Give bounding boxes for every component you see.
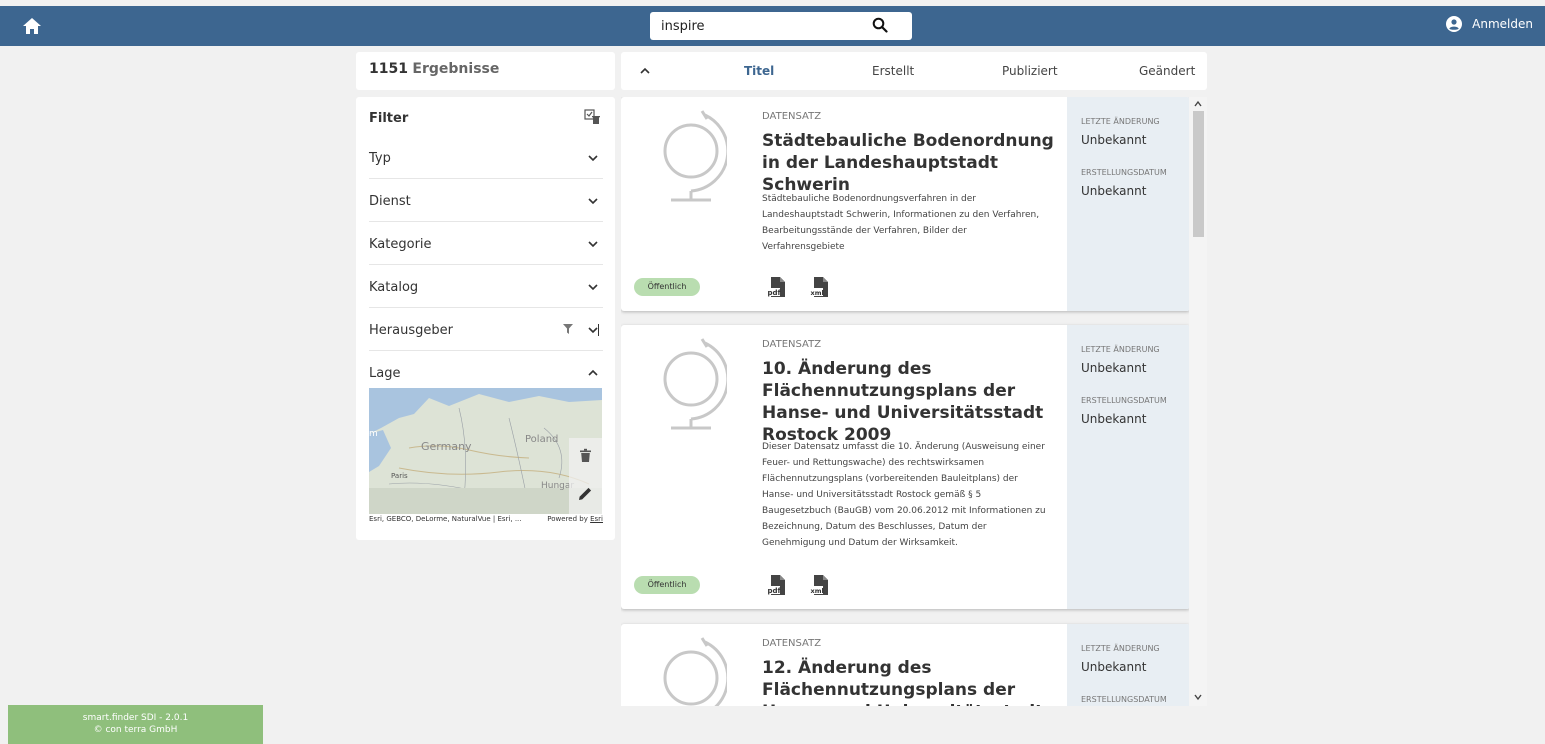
globe-icon bbox=[663, 637, 727, 706]
filter-panel: Filter Typ Dienst Kategorie Katalog Hera… bbox=[356, 97, 615, 540]
svg-text:pdf: pdf bbox=[768, 587, 782, 595]
home-icon[interactable] bbox=[22, 16, 42, 36]
filter-row-kategorie[interactable]: Kategorie bbox=[369, 222, 603, 265]
filter-row-label: Herausgeber bbox=[369, 323, 453, 338]
record-dates-panel: LETZTE ÄNDERUNG Unbekannt ERSTELLUNGSDAT… bbox=[1067, 325, 1190, 609]
map-label-paris: Paris bbox=[391, 472, 408, 480]
record-title[interactable]: Städtebauliche Bodenordnung in der Lande… bbox=[762, 130, 1062, 196]
svg-text:xml: xml bbox=[811, 587, 824, 595]
sort-bar: Titel Erstellt Publiziert Geändert bbox=[621, 52, 1207, 90]
version-text: smart.finder SDI - 2.0.1 bbox=[82, 713, 189, 723]
attribution-text: Esri, GEBCO, DeLorme, NaturalVue | Esri,… bbox=[369, 515, 522, 523]
login-label: Anmelden bbox=[1472, 17, 1533, 31]
pdf-icon[interactable]: pdf bbox=[767, 574, 787, 596]
search-input[interactable] bbox=[650, 12, 860, 40]
record-title[interactable]: 12. Änderung des Flächennutzungsplans de… bbox=[762, 657, 1052, 706]
xml-icon[interactable]: xml bbox=[810, 276, 830, 298]
last-change-label: LETZTE ÄNDERUNG bbox=[1081, 117, 1160, 126]
chevron-down-icon bbox=[588, 155, 598, 162]
created-label: ERSTELLUNGSDATUM bbox=[1081, 168, 1167, 177]
chevron-down-icon bbox=[588, 284, 598, 291]
sort-option-created[interactable]: Erstellt bbox=[872, 64, 914, 78]
login-button[interactable]: Anmelden bbox=[1446, 16, 1533, 32]
filter-row-label: Typ bbox=[369, 151, 391, 166]
location-map[interactable]: Germany Poland Paris Hungar m bbox=[369, 388, 602, 514]
map-controls bbox=[569, 438, 602, 514]
filter-row-label: Katalog bbox=[369, 280, 419, 295]
record-description: Dieser Datensatz umfasst die 10. Änderun… bbox=[762, 442, 1046, 548]
results-count-box: 1151 Ergebnisse bbox=[356, 52, 615, 90]
chevron-down-icon bbox=[588, 324, 599, 336]
record-dates-panel: LETZTE ÄNDERUNG Unbekannt ERSTELLUNGSDAT… bbox=[1067, 97, 1190, 311]
filter-title: Filter bbox=[369, 111, 409, 126]
map-label-germany: Germany bbox=[421, 440, 472, 453]
trash-icon[interactable] bbox=[578, 448, 593, 463]
scrollbar-thumb[interactable] bbox=[1193, 111, 1204, 237]
last-change-value: Unbekannt bbox=[1081, 361, 1147, 375]
created-value: Unbekannt bbox=[1081, 184, 1147, 198]
map-attribution: Esri, GEBCO, DeLorme, NaturalVue | Esri,… bbox=[369, 515, 603, 523]
search-box bbox=[650, 12, 912, 40]
filter-row-herausgeber[interactable]: Herausgeber bbox=[369, 308, 603, 351]
record-type: DATENSATZ bbox=[762, 111, 822, 122]
record-title[interactable]: 10. Änderung des Flächennutzungsplans de… bbox=[762, 358, 1052, 446]
results-count: 1151 bbox=[369, 61, 408, 77]
sort-option-changed[interactable]: Geändert bbox=[1139, 64, 1195, 78]
scroll-down-arrow-icon[interactable] bbox=[1194, 693, 1202, 701]
esri-link[interactable]: Esri bbox=[590, 515, 603, 523]
powered-by-text: Powered by bbox=[547, 515, 588, 523]
record-type: DATENSATZ bbox=[762, 638, 822, 649]
edit-pencil-icon[interactable] bbox=[578, 486, 593, 501]
chevron-up-icon bbox=[588, 369, 598, 376]
result-list-scrollbar[interactable] bbox=[1189, 97, 1207, 706]
filter-row-katalog[interactable]: Katalog bbox=[369, 265, 603, 308]
last-change-value: Unbekannt bbox=[1081, 660, 1147, 674]
public-badge: Öffentlich bbox=[634, 278, 700, 296]
globe-icon bbox=[663, 338, 727, 430]
result-list: DATENSATZ Städtebauliche Bodenordnung in… bbox=[621, 97, 1207, 706]
result-card[interactable]: DATENSATZ 12. Änderung des Flächennutzun… bbox=[621, 624, 1190, 706]
created-label: ERSTELLUNGSDATUM bbox=[1081, 695, 1167, 704]
record-dates-panel: LETZTE ÄNDERUNG Unbekannt ERSTELLUNGSDAT… bbox=[1067, 624, 1190, 706]
map-basemap: Germany Poland Paris Hungar m bbox=[369, 388, 602, 514]
scroll-up-arrow-icon[interactable] bbox=[1194, 100, 1202, 108]
version-footer: smart.finder SDI - 2.0.1 © con terra Gmb… bbox=[8, 705, 263, 744]
map-label-poland: Poland bbox=[525, 434, 558, 445]
svg-text:xml: xml bbox=[811, 289, 824, 297]
search-icon[interactable] bbox=[872, 17, 888, 33]
created-label: ERSTELLUNGSDATUM bbox=[1081, 396, 1167, 405]
result-card[interactable]: DATENSATZ 10. Änderung des Flächennutzun… bbox=[621, 325, 1190, 609]
top-bar: Anmelden bbox=[0, 6, 1545, 46]
created-value: Unbekannt bbox=[1081, 412, 1147, 426]
funnel-icon[interactable] bbox=[563, 324, 573, 334]
svg-text:pdf: pdf bbox=[768, 289, 782, 297]
sort-option-title[interactable]: Titel bbox=[744, 64, 774, 78]
xml-icon[interactable]: xml bbox=[810, 574, 830, 596]
record-description: Städtebauliche Bodenordnungsverfahren in… bbox=[762, 194, 1040, 252]
result-card[interactable]: DATENSATZ Städtebauliche Bodenordnung in… bbox=[621, 97, 1190, 311]
last-change-value: Unbekannt bbox=[1081, 133, 1147, 147]
last-change-label: LETZTE ÄNDERUNG bbox=[1081, 345, 1160, 354]
record-type: DATENSATZ bbox=[762, 339, 822, 350]
user-icon bbox=[1446, 16, 1463, 32]
map-label-edge: m bbox=[369, 429, 378, 439]
filter-row-typ[interactable]: Typ bbox=[369, 136, 603, 179]
filter-row-dienst[interactable]: Dienst bbox=[369, 179, 603, 222]
chevron-down-icon bbox=[588, 241, 598, 248]
filter-row-label: Kategorie bbox=[369, 237, 432, 252]
globe-icon bbox=[663, 110, 727, 202]
sort-direction-chevron-up-icon[interactable] bbox=[639, 65, 651, 77]
clear-filter-icon[interactable] bbox=[584, 109, 600, 125]
sort-option-published[interactable]: Publiziert bbox=[1002, 64, 1058, 78]
last-change-label: LETZTE ÄNDERUNG bbox=[1081, 644, 1160, 653]
chevron-down-icon bbox=[588, 198, 598, 205]
copyright-text: © con terra GmbH bbox=[93, 725, 178, 735]
results-label: Ergebnisse bbox=[412, 61, 500, 77]
public-badge: Öffentlich bbox=[634, 576, 700, 594]
filter-row-label: Lage bbox=[369, 366, 401, 381]
pdf-icon[interactable]: pdf bbox=[767, 276, 787, 298]
filter-row-label: Dienst bbox=[369, 194, 411, 209]
